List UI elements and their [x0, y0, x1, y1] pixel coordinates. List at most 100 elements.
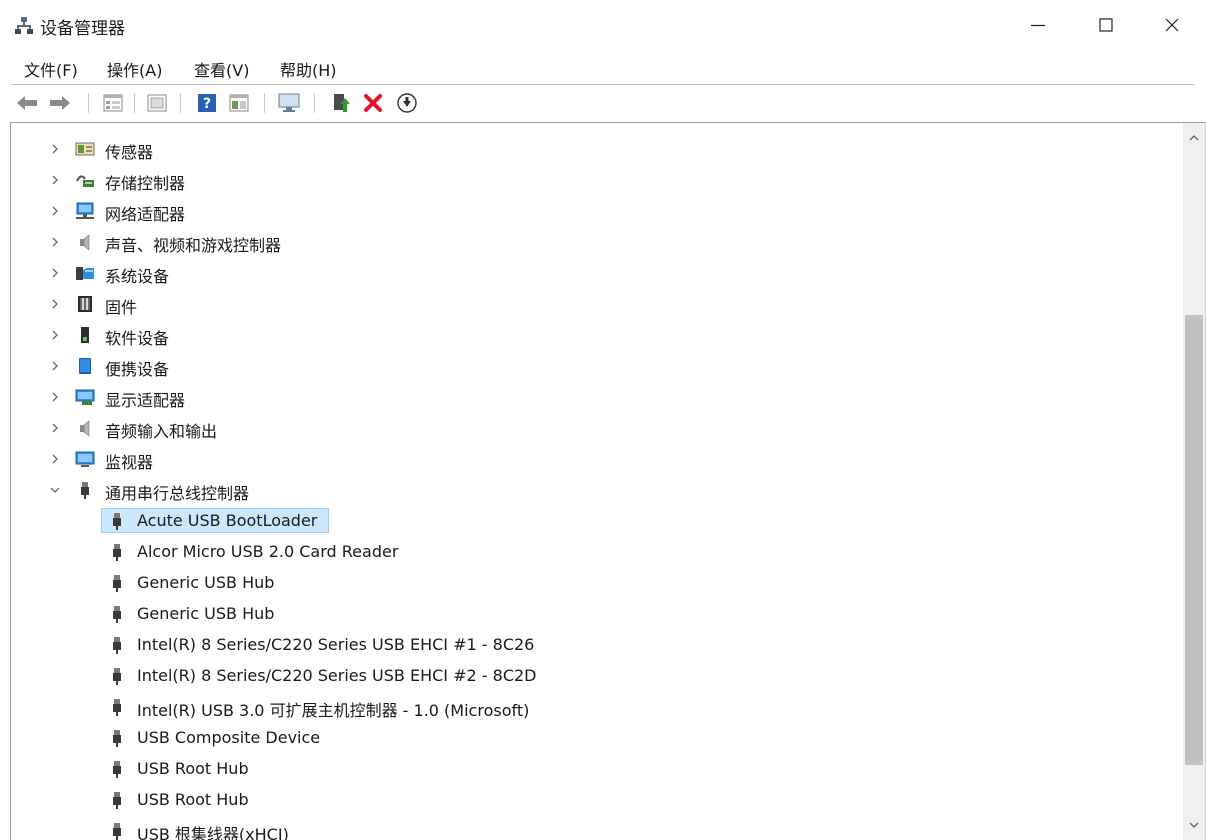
chevron-right-icon[interactable]	[47, 296, 63, 312]
speaker-icon	[80, 420, 90, 437]
back-icon	[17, 96, 37, 110]
update-view-icon	[147, 94, 167, 112]
chevron-right-icon[interactable]	[47, 327, 63, 343]
properties-button[interactable]	[100, 91, 126, 115]
tree-label: 传感器	[105, 143, 154, 162]
show-hide-icon	[229, 94, 249, 112]
tree-category-usb-controllers[interactable]: 通用串行总线控制器	[11, 476, 1181, 504]
scrollbar-thumb[interactable]	[1185, 315, 1203, 765]
speaker-icon	[80, 234, 90, 251]
maximize-icon	[1099, 18, 1113, 32]
toolbar-separator	[180, 93, 181, 113]
chevron-up-icon	[1189, 135, 1199, 141]
chevron-right-icon[interactable]	[47, 141, 63, 157]
tree-category-software-devices[interactable]: 软件设备	[11, 321, 1181, 349]
tree-label: 网络适配器	[105, 205, 186, 224]
tree-category-sound-video-game[interactable]: 声音、视频和游戏控制器	[11, 228, 1181, 256]
tree-label: Generic USB Hub	[137, 604, 275, 623]
update-driver-button[interactable]	[328, 91, 354, 115]
menu-action[interactable]: 操作(A)	[107, 56, 162, 82]
tree-category-network-adapters[interactable]: 网络适配器	[11, 197, 1181, 225]
forward-button[interactable]	[47, 91, 73, 115]
storage-controller-icon	[76, 175, 94, 187]
tree-category-display-adapters[interactable]: 显示适配器	[11, 383, 1181, 411]
update-view-button[interactable]	[144, 91, 170, 115]
scroll-down-button[interactable]	[1183, 810, 1205, 840]
tree-category-storage-controllers[interactable]: 存储控制器	[11, 166, 1181, 194]
chevron-right-icon[interactable]	[47, 203, 63, 219]
help-button[interactable]: ?	[194, 91, 220, 115]
tree-label: 固件	[105, 298, 138, 317]
usb-icon	[113, 606, 121, 623]
tree-label: Intel(R) 8 Series/C220 Series USB EHCI #…	[137, 635, 535, 654]
chevron-down-icon	[1189, 822, 1199, 828]
close-icon	[1165, 18, 1179, 32]
chevron-right-icon[interactable]	[47, 420, 63, 436]
tree-label: Alcor Micro USB 2.0 Card Reader	[137, 542, 399, 561]
toolbar-separator	[264, 93, 265, 113]
uninstall-icon	[364, 94, 382, 112]
chevron-right-icon[interactable]	[47, 389, 63, 405]
tree-device-item[interactable]: Generic USB Hub	[11, 600, 1181, 628]
tree-device-item[interactable]: Intel(R) 8 Series/C220 Series USB EHCI #…	[11, 631, 1181, 659]
tree-device-item[interactable]: Intel(R) USB 3.0 可扩展主机控制器 - 1.0 (Microso…	[11, 693, 1181, 721]
maximize-button[interactable]	[1071, 0, 1141, 50]
tree-device-item[interactable]: USB Root Hub	[11, 755, 1181, 783]
vertical-scrollbar[interactable]	[1183, 123, 1205, 840]
tree-device-item[interactable]: USB 根集线器(xHCI)	[11, 817, 1181, 840]
tree-label: 便携设备	[105, 360, 170, 379]
firmware-icon	[78, 296, 92, 312]
device-tree-panel: 传感器 存储控制器 网络适配器 声音、视频和游戏控制器 系统设备 固件 软件设备…	[10, 122, 1206, 840]
chevron-right-icon[interactable]	[47, 265, 63, 281]
show-hide-button[interactable]	[226, 91, 252, 115]
close-button[interactable]	[1137, 0, 1206, 50]
scan-hardware-button[interactable]	[276, 91, 302, 115]
usb-icon	[113, 699, 121, 716]
download-button[interactable]	[394, 91, 420, 115]
chevron-right-icon[interactable]	[47, 358, 63, 374]
menu-help[interactable]: 帮助(H)	[280, 56, 337, 82]
network-adapter-icon	[76, 202, 94, 219]
tree-category-monitors[interactable]: 监视器	[11, 445, 1181, 473]
menu-bar: 文件(F) 操作(A) 查看(V) 帮助(H)	[0, 52, 1206, 82]
tree-category-firmware[interactable]: 固件	[11, 290, 1181, 318]
system-device-icon	[76, 267, 94, 280]
back-button[interactable]	[14, 91, 40, 115]
tree-label: 软件设备	[105, 329, 170, 348]
tree-label: 音频输入和输出	[105, 422, 218, 441]
tree-label: Generic USB Hub	[137, 573, 275, 592]
menu-view[interactable]: 查看(V)	[194, 56, 249, 82]
minimize-button[interactable]	[1003, 0, 1073, 50]
tree-device-item[interactable]: USB Root Hub	[11, 786, 1181, 814]
chevron-down-icon[interactable]	[47, 482, 63, 498]
toolbar-separator	[314, 93, 315, 113]
tree-category-system-devices[interactable]: 系统设备	[11, 259, 1181, 287]
sensor-icon	[75, 142, 95, 156]
menu-file[interactable]: 文件(F)	[24, 56, 78, 82]
tree-label: Intel(R) USB 3.0 可扩展主机控制器 - 1.0 (Microso…	[137, 701, 530, 720]
chevron-right-icon[interactable]	[47, 172, 63, 188]
tree-device-item[interactable]: USB Composite Device	[11, 724, 1181, 752]
usb-icon	[113, 544, 121, 561]
tree-device-item[interactable]: Acute USB BootLoader	[11, 507, 1181, 535]
toolbar-separator	[134, 93, 135, 113]
tree-device-item[interactable]: Alcor Micro USB 2.0 Card Reader	[11, 538, 1181, 566]
tree-device-item[interactable]: Generic USB Hub	[11, 569, 1181, 597]
chevron-right-icon[interactable]	[47, 234, 63, 250]
chevron-right-icon[interactable]	[47, 451, 63, 467]
tree-category-portable-devices[interactable]: 便携设备	[11, 352, 1181, 380]
tree-category-audio-io[interactable]: 音频输入和输出	[11, 414, 1181, 442]
scroll-up-button[interactable]	[1183, 123, 1205, 153]
uninstall-button[interactable]	[360, 91, 386, 115]
tree-device-item[interactable]: Intel(R) 8 Series/C220 Series USB EHCI #…	[11, 662, 1181, 690]
help-icon: ?	[198, 94, 216, 112]
display-adapter-icon	[75, 389, 95, 405]
title-bar: 设备管理器	[0, 0, 1206, 50]
tree-label: 系统设备	[105, 267, 170, 286]
portable-device-icon	[79, 358, 91, 374]
tree-category-sensors[interactable]: 传感器	[11, 135, 1181, 163]
monitor-icon	[278, 93, 300, 112]
tree-label: USB Root Hub	[137, 790, 249, 809]
tree-label: USB Composite Device	[137, 728, 321, 747]
usb-icon	[113, 792, 121, 809]
